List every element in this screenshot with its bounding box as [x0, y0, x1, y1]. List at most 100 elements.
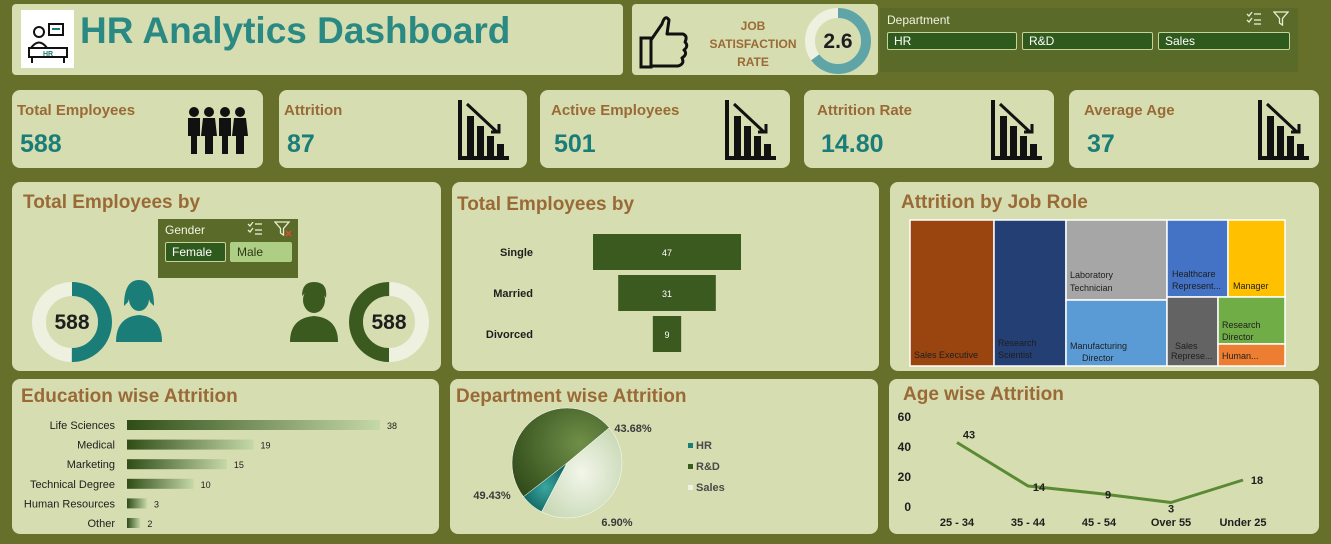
- kpi-card-attrition: Attrition 87: [279, 90, 527, 168]
- age-data-label: 18: [1251, 475, 1263, 487]
- funnel-category: Divorced: [486, 329, 533, 341]
- pie-percent-label: 43.68%: [614, 423, 652, 435]
- edu-bar: [127, 459, 227, 470]
- treemap-label: Manager: [1233, 281, 1269, 291]
- age-line-chart: 0 20 40 60 43 14 9 3 18 25 - 34 35 - 44 45 - 54 Over…: [898, 410, 1267, 529]
- clear-filter-icon[interactable]: [1273, 11, 1289, 26]
- header-panel: HR HR Analytics Dashboard: [12, 4, 623, 75]
- x-tick-label: 25 - 34: [940, 517, 975, 529]
- hr-logo: HR: [21, 10, 74, 68]
- job-satisfaction-gauge: 2.6: [805, 8, 871, 74]
- treemap-label: Sales: [1175, 341, 1198, 351]
- kpi-label: Average Age: [1084, 102, 1175, 119]
- jobrole-treemap: Sales Executive Research Scientist Laborato…: [909, 219, 1286, 367]
- kpi-label: Attrition: [284, 102, 343, 119]
- chart-down-icon: [991, 100, 1042, 160]
- male-count: 588: [371, 311, 406, 334]
- age-line: [956, 441, 1244, 504]
- job-satisfaction-panel: JOB SATISFACTION RATE 2.6: [632, 4, 878, 75]
- edu-category: Marketing: [67, 459, 115, 471]
- edu-category: Human Resources: [24, 498, 116, 510]
- education-panel: Education wise Attrition Life Sciences 38…: [12, 379, 439, 534]
- edu-bar: [127, 439, 254, 450]
- treemap-label: Director: [1222, 332, 1254, 342]
- gender-panel: Total Employees by Gender Female Male 58…: [12, 182, 441, 371]
- chart-down-icon: [458, 100, 509, 160]
- edu-value: 38: [387, 421, 397, 431]
- edu-value: 19: [261, 441, 271, 451]
- people-icon: [188, 107, 248, 154]
- age-data-label: 3: [1168, 504, 1174, 516]
- edu-value: 3: [154, 499, 159, 509]
- chart-down-icon: [725, 100, 776, 160]
- department-option-rnd[interactable]: R&D: [1022, 32, 1153, 50]
- x-tick-label: Over 55: [1151, 517, 1191, 529]
- funnel-category: Single: [500, 247, 533, 259]
- kpi-value: 588: [20, 130, 62, 158]
- edu-value: 2: [147, 519, 152, 529]
- treemap-label: Director: [1082, 353, 1114, 363]
- x-tick-label: 45 - 54: [1082, 517, 1117, 529]
- treemap-label: Sales Executive: [914, 350, 978, 360]
- age-panel: Age wise Attrition 0 20 40 60 43 14 9 3 18 25 - 3…: [889, 379, 1319, 534]
- multi-select-icon[interactable]: [1246, 12, 1262, 26]
- x-tick-label: 35 - 44: [1011, 517, 1046, 529]
- treemap-label: Research: [1222, 320, 1261, 330]
- department-pie-chart: 6.90% 49.43% 43.68% HR R&D Sales: [473, 407, 725, 529]
- kpi-card-total-employees: Total Employees 588: [12, 90, 263, 168]
- edu-bar: [127, 498, 147, 509]
- female-count: 588: [54, 311, 89, 334]
- logo-text: HR: [43, 51, 53, 58]
- treemap-label: Scientist: [998, 350, 1033, 360]
- edu-category: Technical Degree: [30, 479, 115, 491]
- education-bar-chart: Life Sciences 38 Medical 19 Marketing 15 Techn…: [24, 420, 397, 530]
- edu-category: Medical: [77, 440, 115, 452]
- pie-percent-label: 49.43%: [473, 490, 511, 502]
- kpi-label: Attrition Rate: [817, 102, 912, 119]
- marital-funnel-chart: 47 Single 31 Married 9 Divorced: [486, 234, 741, 352]
- legend-label: HR: [696, 440, 712, 452]
- department-option-sales[interactable]: Sales: [1158, 32, 1290, 50]
- marital-status-panel: Total Employees by 47 Single 31 Married 9 Div…: [452, 182, 879, 371]
- funnel-category: Married: [493, 288, 533, 300]
- legend-swatch: [688, 443, 693, 448]
- department-slicer: Department HR R&D Sales: [880, 8, 1298, 72]
- kpi-value: 37: [1087, 130, 1115, 158]
- department-option-hr[interactable]: HR: [887, 32, 1017, 50]
- kpi-card-attrition-rate: Attrition Rate 14.80: [804, 90, 1054, 168]
- jobrole-panel: Attrition by Job Role Sales Executive Res…: [890, 182, 1319, 371]
- female-icon: [116, 280, 162, 342]
- legend-label: Sales: [696, 482, 725, 494]
- kpi-card-active-employees: Active Employees 501: [540, 90, 790, 168]
- kpi-label: Active Employees: [551, 102, 680, 119]
- edu-category: Life Sciences: [50, 420, 116, 432]
- kpi-card-average-age: Average Age 37: [1069, 90, 1319, 168]
- kpi-value: 14.80: [821, 130, 884, 158]
- treemap-label: Laboratory: [1070, 270, 1114, 280]
- age-data-label: 14: [1033, 482, 1046, 494]
- thumbs-up-icon: [639, 16, 689, 69]
- chart-down-icon: [1258, 100, 1309, 160]
- edu-category: Other: [87, 518, 115, 530]
- legend-label: R&D: [696, 461, 720, 473]
- y-tick-label: 0: [904, 500, 911, 514]
- x-tick-label: Under 25: [1219, 517, 1266, 529]
- legend-swatch: [688, 464, 693, 469]
- male-icon: [290, 282, 338, 342]
- kpi-value: 501: [554, 130, 596, 158]
- treemap-label: Manufacturing: [1070, 341, 1127, 351]
- y-tick-label: 60: [898, 410, 912, 424]
- edu-value: 15: [234, 460, 244, 470]
- treemap-label: Represe...: [1171, 351, 1213, 361]
- job-satisfaction-label: JOB SATISFACTION RATE: [709, 19, 797, 69]
- y-tick-label: 20: [898, 470, 912, 484]
- treemap-label: Represent...: [1172, 281, 1221, 291]
- age-data-label: 43: [963, 430, 975, 442]
- edu-bar: [127, 478, 194, 489]
- kpi-label: Total Employees: [17, 102, 136, 119]
- pie-percent-label: 6.90%: [601, 517, 632, 529]
- edu-value: 10: [201, 480, 211, 490]
- treemap-label: Human...: [1222, 351, 1259, 361]
- treemap-label: Healthcare: [1172, 269, 1216, 279]
- funnel-value: 47: [662, 248, 672, 258]
